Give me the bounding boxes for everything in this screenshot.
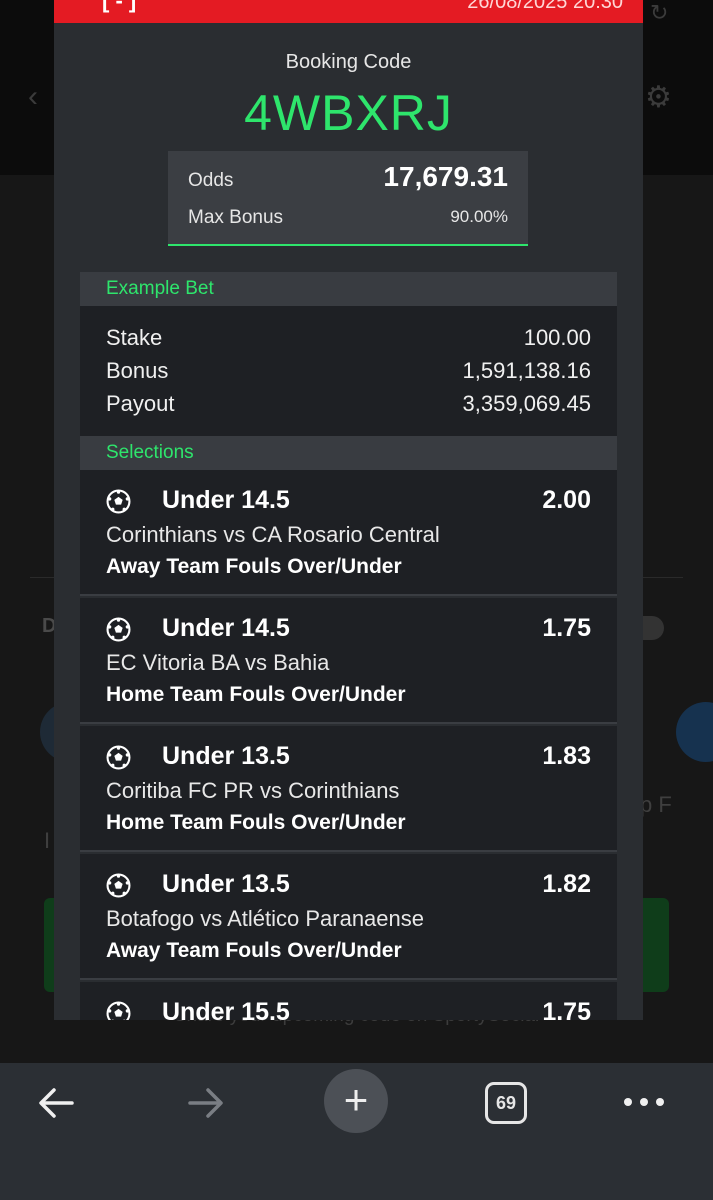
booking-code-card: [ - ] 26/08/2025 20:30 Booking Code 4WBX…	[54, 0, 643, 1020]
selection-match: EC Vitoria BA vs Bahia	[106, 650, 330, 675]
background-back-icon: ‹	[28, 80, 38, 113]
selections-header: Selections	[80, 436, 617, 470]
selection-pick: Under 14.5	[162, 614, 290, 642]
example-row-stake: Stake 100.00	[106, 325, 591, 355]
example-bet-header: Example Bet	[80, 272, 617, 306]
selection-pick: Under 13.5	[162, 742, 290, 770]
soccer-ball-icon	[106, 617, 131, 642]
selections-title: Selections	[106, 442, 194, 463]
selection-match: Corinthians vs CA Rosario Central	[106, 522, 440, 547]
example-row-bonus: Bonus 1,591,138.16	[106, 358, 591, 388]
example-bet-body: Stake 100.00 Bonus 1,591,138.16 Payout 3…	[80, 306, 617, 437]
selection-item[interactable]: Under 13.5 1.83 Coritiba FC PR vs Corint…	[80, 726, 617, 852]
booking-code-label: Booking Code	[285, 51, 412, 73]
background-settings-icon: ⚙	[645, 81, 672, 114]
selection-odds: 1.75	[542, 614, 591, 642]
background-text-fragment: p F	[640, 792, 672, 817]
selection-market: Home Team Fouls Over/Under	[106, 811, 406, 834]
header-bracket: [ - ]	[102, 0, 137, 13]
selection-odds: 1.83	[542, 742, 591, 770]
booking-code-value[interactable]: 4WBXRJ	[54, 84, 643, 142]
example-row-value: 1,591,138.16	[462, 358, 591, 383]
background-avatar-right	[676, 702, 713, 762]
selection-item[interactable]: Under 14.5 2.00 Corinthians vs CA Rosari…	[80, 470, 617, 596]
selection-market: Away Team Fouls Over/Under	[106, 939, 402, 962]
odds-value: 17,679.31	[383, 161, 508, 192]
selection-pick: Under 13.5	[162, 870, 290, 898]
selection-odds: 2.00	[542, 486, 591, 514]
header-date: 26/08/2025 20:30	[467, 0, 623, 13]
max-bonus-value: 90.00%	[450, 207, 508, 226]
example-row-value: 100.00	[523, 325, 591, 350]
odds-summary: Odds 17,679.31 Max Bonus 90.00%	[168, 151, 528, 246]
selection-item[interactable]: Under 15.5 1.75	[80, 982, 617, 1020]
background-share-icon: ↻	[650, 0, 669, 25]
selection-item[interactable]: Under 13.5 1.82 Botafogo vs Atlético Par…	[80, 854, 617, 980]
more-options-icon[interactable]	[620, 1085, 668, 1119]
screen: ‹ ⚙ 26/08/2025 20:30 ↻ D p F I Share you…	[0, 0, 713, 1200]
plus-icon: +	[343, 1076, 369, 1123]
forward-arrow-icon[interactable]	[184, 1081, 228, 1125]
odds-label: Odds	[188, 170, 234, 191]
example-row-payout: Payout 3,359,069.45	[106, 391, 591, 421]
card-header-bar: [ - ] 26/08/2025 20:30	[54, 0, 643, 23]
background-text-fragment-left: I	[44, 828, 51, 853]
selection-match: Botafogo vs Atlético Paranaense	[106, 906, 424, 931]
max-bonus-label: Max Bonus	[188, 207, 284, 228]
selection-odds: 1.75	[542, 998, 591, 1020]
back-arrow-icon[interactable]	[34, 1081, 78, 1125]
example-row-value: 3,359,069.45	[462, 391, 591, 416]
selection-pick: Under 14.5	[162, 486, 290, 514]
selection-market: Home Team Fouls Over/Under	[106, 683, 406, 706]
soccer-ball-icon	[106, 745, 131, 770]
soccer-ball-icon	[106, 873, 131, 898]
selection-match: Coritiba FC PR vs Corinthians	[106, 778, 400, 803]
selection-market: Away Team Fouls Over/Under	[106, 555, 402, 578]
example-row-label: Bonus	[106, 358, 169, 383]
selection-odds: 1.82	[542, 870, 591, 898]
selection-pick: Under 15.5	[162, 998, 290, 1020]
example-bet-title: Example Bet	[106, 278, 214, 299]
soccer-ball-icon	[106, 489, 131, 514]
browser-toolbar: + 69	[0, 1063, 713, 1200]
soccer-ball-icon	[106, 1001, 131, 1020]
tab-count-button[interactable]: 69	[485, 1082, 527, 1124]
selection-item[interactable]: Under 14.5 1.75 EC Vitoria BA vs Bahia H…	[80, 598, 617, 724]
example-row-label: Payout	[106, 391, 175, 416]
example-row-label: Stake	[106, 325, 163, 350]
new-tab-button[interactable]: +	[324, 1069, 388, 1133]
